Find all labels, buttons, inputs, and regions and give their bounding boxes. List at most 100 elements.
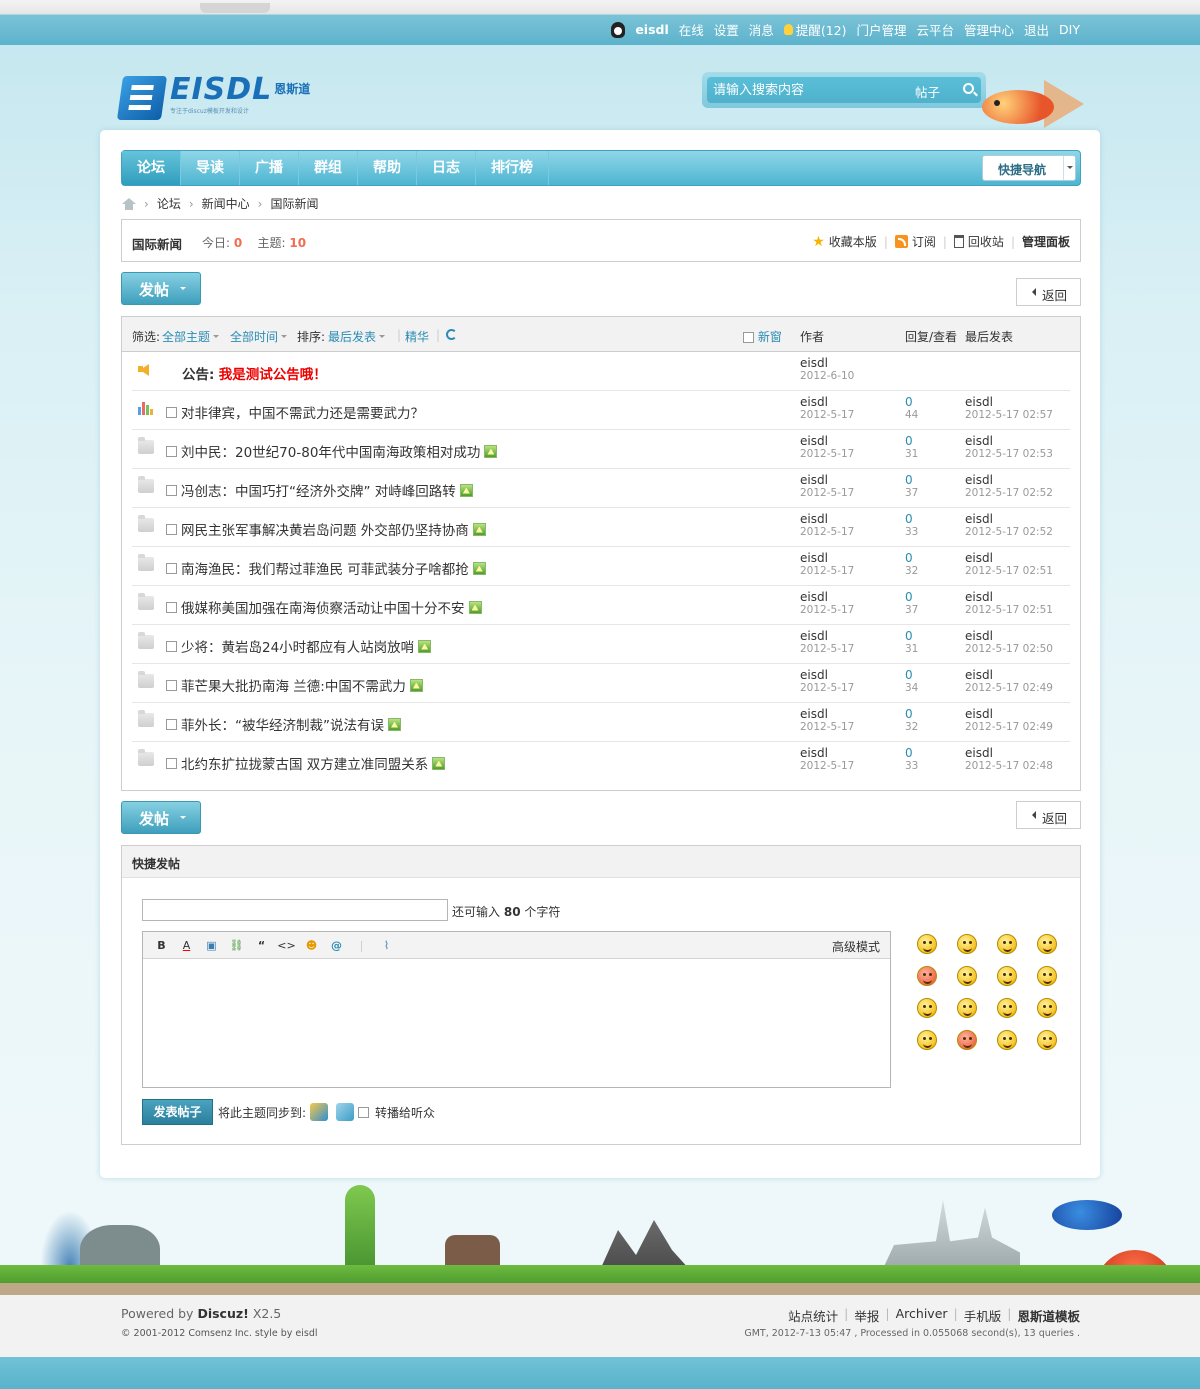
smiley-icon[interactable] [1037, 998, 1057, 1018]
attachment-icon[interactable]: ⌇ [374, 939, 399, 952]
thread-row[interactable]: 冯创志：中国巧打“经济外交牌” 对峙峰回路转 eisdl 2012-5-17 0 37 e… [132, 469, 1070, 508]
home-icon[interactable] [122, 197, 136, 210]
thread-checkbox[interactable] [166, 562, 177, 574]
nav-item-help[interactable]: 帮助 [358, 151, 417, 185]
nav-item-ranking[interactable]: 排行榜 [476, 151, 549, 185]
last-poster[interactable]: eisdl [965, 552, 1053, 565]
smiley-icon[interactable] [917, 934, 937, 954]
code-icon[interactable]: <> [274, 939, 299, 952]
logout-link[interactable]: 退出 [1024, 20, 1049, 39]
last-poster[interactable]: eisdl [965, 747, 1053, 760]
thread-title-link[interactable]: 冯创志：中国巧打“经济外交牌” 对峙峰回路转 [181, 480, 456, 500]
submit-post-button[interactable]: 发表帖子 [142, 1099, 213, 1125]
last-poster[interactable]: eisdl [965, 669, 1053, 682]
thread-row[interactable]: 少将：黄岩岛24小时都应有人站岗放哨 eisdl 2012-5-17 0 31 eisdl… [132, 625, 1070, 664]
thread-checkbox[interactable] [166, 445, 177, 457]
thread-checkbox[interactable] [166, 757, 177, 769]
discuz-link[interactable]: Discuz! [197, 1306, 248, 1321]
digest-filter[interactable]: 精华 [405, 328, 429, 345]
thread-row[interactable]: 网民主张军事解决黄岩岛问题 外交部仍坚持协商 eisdl 2012-5-17 0 33 e… [132, 508, 1070, 547]
thread-title-link[interactable]: 俄媒称美国加强在南海侦察活动让中国十分不安 [181, 597, 465, 617]
thread-checkbox[interactable] [166, 601, 177, 613]
nav-item-forum[interactable]: 论坛 [122, 151, 181, 185]
breadcrumb-news-center[interactable]: 新闻中心 [202, 195, 250, 212]
smiley-icon[interactable] [997, 934, 1017, 954]
refresh-icon[interactable] [446, 329, 457, 343]
favorite-forum-button[interactable]: ★ 收藏本版 [812, 233, 877, 250]
thread-checkbox[interactable] [166, 718, 177, 730]
admin-center-link[interactable]: 管理中心 [964, 20, 1014, 39]
smiley-icon[interactable] [957, 1030, 977, 1050]
smiley-icon[interactable] [997, 1030, 1017, 1050]
smiley-icon[interactable] [957, 934, 977, 954]
nav-item-blog[interactable]: 日志 [417, 151, 476, 185]
back-button-bottom[interactable]: 返回 [1016, 801, 1081, 829]
bold-icon[interactable]: B [149, 939, 174, 952]
thread-author[interactable]: eisdl [800, 669, 854, 682]
smiley-icon[interactable] [917, 966, 937, 986]
last-post-time[interactable]: 2012-5-17 02:52 [965, 526, 1053, 539]
site-logo[interactable]: EISDL 恩斯道 专注于discuz模板开发和设计 [116, 72, 310, 120]
smiley-icon[interactable] [997, 998, 1017, 1018]
last-post-time[interactable]: 2012-5-17 02:51 [965, 604, 1053, 617]
sort-dropdown[interactable]: 最后发表 [328, 328, 385, 345]
last-poster[interactable]: eisdl [965, 474, 1053, 487]
thread-checkbox[interactable] [166, 484, 177, 496]
subscribe-button[interactable]: 订阅 [894, 233, 936, 250]
font-color-icon[interactable]: A [174, 939, 199, 952]
search-type-select[interactable]: 帖子 [915, 82, 940, 101]
announcement-row[interactable]: 公告: 我是测试公告哦！ eisdl 2012-6-10 [132, 352, 1070, 391]
thread-checkbox[interactable] [166, 523, 177, 535]
nav-item-groups[interactable]: 群组 [299, 151, 358, 185]
thread-row[interactable]: 俄媒称美国加强在南海侦察活动让中国十分不安 eisdl 2012-5-17 0 37 ei… [132, 586, 1070, 625]
announcement-author[interactable]: eisdl [800, 357, 854, 370]
thread-row[interactable]: 菲外长：“被华经济制裁”说法有误 eisdl 2012-5-17 0 32 eisdl 20… [132, 703, 1070, 742]
diy-link[interactable]: DIY [1059, 22, 1080, 37]
last-poster[interactable]: eisdl [965, 396, 1053, 409]
link-icon[interactable]: ⛓ [224, 939, 249, 952]
thread-row[interactable]: 菲芒果大批扔南海 兰德:中国不需武力 eisdl 2012-5-17 0 34 eisdl… [132, 664, 1070, 703]
manage-panel-button[interactable]: 管理面板 [1022, 233, 1070, 250]
smiley-icon[interactable] [1037, 1030, 1057, 1050]
thread-author[interactable]: eisdl [800, 630, 854, 643]
last-post-time[interactable]: 2012-5-17 02:53 [965, 448, 1053, 461]
last-poster[interactable]: eisdl [965, 591, 1053, 604]
last-post-time[interactable]: 2012-5-17 02:49 [965, 721, 1053, 734]
thread-title-link[interactable]: 刘中民：20世纪70-80年代中国南海政策相对成功 [181, 441, 480, 461]
filter-theme-dropdown[interactable]: 全部主题 [162, 328, 219, 345]
smiley-icon[interactable] [917, 998, 937, 1018]
thread-row[interactable]: 北约东扩拉拢蒙古国 双方建立准同盟关系 eisdl 2012-5-17 0 33 eisd… [132, 742, 1070, 781]
thread-author[interactable]: eisdl [800, 591, 854, 604]
broadcast-checkbox[interactable] [358, 1106, 370, 1118]
thread-author[interactable]: eisdl [800, 552, 854, 565]
thread-row[interactable]: 南海渔民：我们帮过菲渔民 可菲武装分子啥都抢 eisdl 2012-5-17 0 32 e… [132, 547, 1070, 586]
smiley-icon[interactable] [997, 966, 1017, 986]
last-post-time[interactable]: 2012-5-17 02:51 [965, 565, 1053, 578]
thread-title-link[interactable]: 少将：黄岩岛24小时都应有人站岗放哨 [181, 636, 414, 656]
site-stats-link[interactable]: 站点统计 [788, 1306, 838, 1325]
smiley-icon[interactable] [917, 1030, 937, 1050]
last-post-time[interactable]: 2012-5-17 02:50 [965, 643, 1053, 656]
filter-time-dropdown[interactable]: 全部时间 [230, 328, 287, 345]
search-input[interactable] [713, 80, 903, 100]
thread-title-link[interactable]: 对非律宾，中国不需武力还是需要武力？ [181, 402, 424, 422]
chevron-down-icon[interactable] [1063, 156, 1075, 180]
breadcrumb-intl-news[interactable]: 国际新闻 [270, 195, 318, 212]
username-link[interactable]: eisdl [635, 22, 668, 37]
thread-row[interactable]: 刘中民：20世纪70-80年代中国南海政策相对成功 eisdl 2012-5-17 0… [132, 430, 1070, 469]
last-post-time[interactable]: 2012-5-17 02:48 [965, 760, 1053, 773]
new-post-button-bottom[interactable]: 发帖 [121, 801, 201, 834]
thread-author[interactable]: eisdl [800, 708, 854, 721]
announcement-link[interactable]: 我是测试公告哦！ [219, 363, 327, 383]
nav-item-broadcast[interactable]: 广播 [240, 151, 299, 185]
archiver-link[interactable]: Archiver [896, 1306, 948, 1325]
new-window-toggle[interactable]: 新窗 [743, 328, 782, 345]
quote-icon[interactable]: “ [249, 939, 274, 952]
messages-link[interactable]: 消息 [749, 20, 774, 39]
last-post-time[interactable]: 2012-5-17 02:52 [965, 487, 1053, 500]
template-link[interactable]: 恩斯道模板 [1017, 1306, 1080, 1325]
thread-author[interactable]: eisdl [800, 747, 854, 760]
report-link[interactable]: 举报 [854, 1306, 879, 1325]
last-post-time[interactable]: 2012-5-17 02:49 [965, 682, 1053, 695]
quick-nav-button[interactable]: 快捷导航 [982, 155, 1076, 181]
